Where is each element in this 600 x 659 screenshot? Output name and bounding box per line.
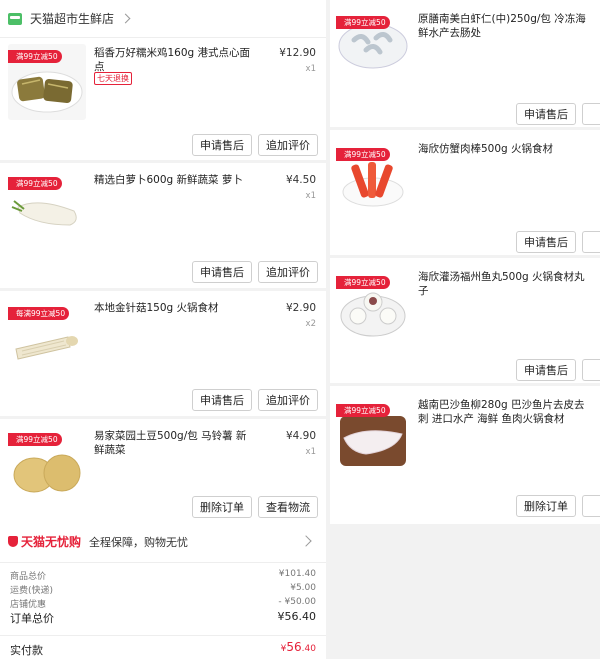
order-item[interactable]: 满99立减50 稻香万好糯米鸡160g 港式点心面点 七天退换 ¥12.90 x… (0, 38, 326, 160)
summary-label: 商品总价 (10, 572, 47, 582)
paid-label: 实付款 (10, 644, 43, 657)
summary-label: 店铺优惠 (10, 600, 47, 610)
product-image-shrimp: 满99立减50 (336, 10, 410, 72)
product-price: ¥12.90 (279, 47, 316, 59)
store-icon (8, 12, 22, 25)
view-logistics-button-partial[interactable] (582, 495, 600, 517)
paid-value: ¥56.40 (281, 640, 316, 654)
order-item[interactable]: 满99立减50 易家菜园土豆500g/包 马铃薯 新鲜蔬菜 ¥4.90 x1 删… (0, 419, 326, 521)
add-review-button[interactable]: 追加评价 (258, 389, 318, 411)
summary-value: - ¥50.00 (278, 597, 316, 607)
product-image-white-radish: 满99立减50 (8, 171, 86, 247)
add-review-button-partial[interactable] (582, 231, 600, 253)
promo-badge: 满99立减50 (8, 50, 62, 63)
summary-value: ¥101.40 (278, 569, 316, 579)
product-title[interactable]: 稻香万好糯米鸡160g 港式点心面点 (94, 46, 254, 74)
view-logistics-button[interactable]: 查看物流 (258, 496, 318, 518)
product-price: ¥4.50 (285, 174, 316, 186)
order-item[interactable]: 满99立减50 越南巴沙鱼柳280g 巴沙鱼片去皮去刺 进口水产 海鲜 鱼肉火锅… (330, 386, 600, 524)
product-title[interactable]: 易家菜园土豆500g/包 马铃薯 新鲜蔬菜 (94, 429, 254, 457)
promo-badge: 满99立减50 (8, 433, 62, 446)
order-panel-left: 天猫超市生鲜店 满99立减50 稻香万好糯米鸡160g 港式点心面点 七天退换 … (0, 0, 326, 659)
product-price: ¥4.90 (285, 430, 316, 442)
add-review-button-partial[interactable] (582, 359, 600, 381)
seven-day-return-tag: 七天退换 (94, 72, 132, 85)
add-review-button-partial[interactable] (582, 103, 600, 125)
product-qty: x1 (305, 447, 316, 457)
tmall-guarantee-logo: 天猫无忧购 (8, 533, 81, 550)
product-qty: x1 (305, 64, 316, 74)
after-sales-button[interactable]: 申请售后 (192, 134, 252, 156)
store-name: 天猫超市生鲜店 (30, 12, 115, 26)
paid-int: 56 (286, 640, 302, 654)
after-sales-button[interactable]: 申请售后 (516, 103, 576, 125)
order-item[interactable]: 满99立减50 精选白萝卜600g 新鲜蔬菜 萝卜 ¥4.50 x1 申请售后 … (0, 163, 326, 288)
summary-row-goods-total: 商品总价 ¥101.40 (10, 569, 316, 582)
promo-badge: 满99立减50 (336, 148, 390, 161)
guarantee-text: 全程保障，购物无忧 (89, 535, 189, 549)
guarantee-brand: 天猫无忧购 (21, 535, 82, 549)
product-title[interactable]: 本地金针菇150g 火锅食材 (94, 301, 254, 315)
order-item[interactable]: 每满99立减50 本地金针菇150g 火锅食材 ¥2.90 x2 申请售后 追加… (0, 291, 326, 416)
product-title[interactable]: 海欣仿蟹肉棒500g 火锅食材 (418, 142, 593, 156)
after-sales-button[interactable]: 申请售后 (516, 231, 576, 253)
promo-badge: 满99立减50 (336, 276, 390, 289)
product-image-potato: 满99立减50 (8, 427, 86, 495)
summary-row-discount: 店铺优惠 - ¥50.00 (10, 597, 316, 610)
order-summary: 天猫无忧购 全程保障，购物无忧 商品总价 ¥101.40 运费(快递) ¥5.0… (0, 521, 326, 659)
summary-value: ¥56.40 (277, 610, 317, 623)
product-title[interactable]: 越南巴沙鱼柳280g 巴沙鱼片去皮去刺 进口水产 海鲜 鱼肉火锅食材 (418, 398, 593, 426)
store-header[interactable]: 天猫超市生鲜店 (0, 0, 326, 38)
tmall-guarantee-row[interactable]: 天猫无忧购 全程保障，购物无忧 (0, 521, 326, 563)
product-image-crab-stick: 满99立减50 (336, 142, 410, 216)
promo-badge: 满99立减50 (8, 177, 62, 190)
summary-row-shipping: 运费(快递) ¥5.00 (10, 583, 316, 596)
add-review-button[interactable]: 追加评价 (258, 261, 318, 283)
product-price: ¥2.90 (285, 302, 316, 314)
order-item[interactable]: 满99立减50 海欣灌汤福州鱼丸500g 火锅食材丸子 申请售后 (330, 258, 600, 383)
promo-badge: 每满99立减50 (8, 307, 70, 320)
summary-row-order-total: 订单总价 ¥56.40 (10, 610, 316, 626)
after-sales-button[interactable]: 申请售后 (192, 389, 252, 411)
order-item[interactable]: 满99立减50 原膳南美白虾仁(中)250g/包 冷冻海鲜水产去肠处 申请售后 (330, 0, 600, 127)
promo-badge: 满99立减50 (336, 404, 390, 417)
order-panel-right: 满99立减50 原膳南美白虾仁(中)250g/包 冷冻海鲜水产去肠处 申请售后 … (330, 0, 600, 659)
after-sales-button[interactable]: 申请售后 (516, 359, 576, 381)
product-title[interactable]: 精选白萝卜600g 新鲜蔬菜 萝卜 (94, 173, 254, 187)
paid-amount-row: 实付款 ¥56.40 (0, 635, 326, 659)
chevron-right-icon (300, 535, 312, 547)
product-image-sticky-rice-chicken: 满99立减50 (8, 44, 86, 120)
product-qty: x2 (305, 319, 316, 329)
summary-label: 运费(快递) (10, 586, 54, 596)
delete-order-button[interactable]: 删除订单 (192, 496, 252, 518)
product-image-enoki-mushroom: 每满99立减50 (8, 301, 86, 377)
product-image-basa-fish: 满99立减50 (336, 398, 410, 472)
delete-order-button[interactable]: 删除订单 (516, 495, 576, 517)
summary-label: 订单总价 (10, 612, 54, 625)
summary-value: ¥5.00 (290, 583, 316, 593)
paid-dec: .40 (301, 644, 316, 654)
product-title[interactable]: 海欣灌汤福州鱼丸500g 火锅食材丸子 (418, 270, 593, 298)
product-image-fish-balls: 满99立减50 (336, 270, 410, 344)
product-title[interactable]: 原膳南美白虾仁(中)250g/包 冷冻海鲜水产去肠处 (418, 12, 593, 40)
chevron-right-icon (120, 13, 131, 24)
order-item[interactable]: 满99立减50 海欣仿蟹肉棒500g 火锅食材 申请售后 (330, 130, 600, 255)
product-qty: x1 (305, 191, 316, 201)
after-sales-button[interactable]: 申请售后 (192, 261, 252, 283)
add-review-button[interactable]: 追加评价 (258, 134, 318, 156)
promo-badge: 满99立减50 (336, 16, 390, 29)
shield-icon (8, 536, 18, 547)
